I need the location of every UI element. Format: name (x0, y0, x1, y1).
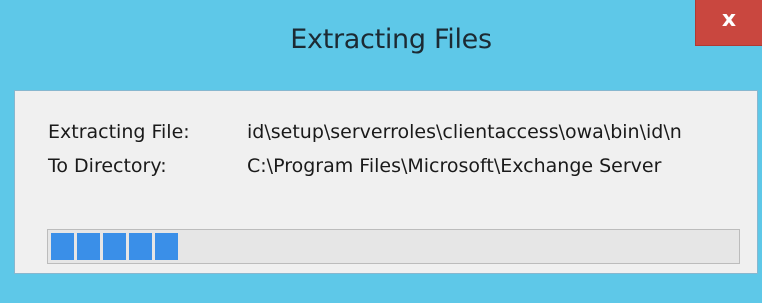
progress-bar-fill (51, 233, 178, 260)
close-icon: x (721, 7, 737, 32)
extracting-file-value: id\setup\serverroles\clientaccess\owa\bi… (247, 121, 682, 143)
to-directory-label: To Directory: (48, 155, 167, 177)
progress-block (155, 233, 178, 260)
progress-block (103, 233, 126, 260)
to-directory-row: To Directory: C:\Program Files\Microsoft… (15, 155, 759, 183)
window-bottom-border (0, 274, 762, 303)
progress-block (129, 233, 152, 260)
extracting-files-dialog: Extracting Files x Extracting File: id\s… (0, 0, 762, 303)
window-title: Extracting Files (290, 24, 492, 55)
progress-block (77, 233, 100, 260)
progress-bar (47, 229, 740, 264)
extracting-file-label: Extracting File: (48, 121, 190, 143)
progress-block (51, 233, 74, 260)
close-button[interactable]: x (695, 0, 762, 46)
to-directory-value: C:\Program Files\Microsoft\Exchange Serv… (247, 155, 662, 177)
dialog-body: Extracting File: id\setup\serverroles\cl… (14, 90, 758, 274)
title-bar[interactable]: Extracting Files x (0, 0, 762, 90)
extracting-file-row: Extracting File: id\setup\serverroles\cl… (15, 121, 759, 149)
